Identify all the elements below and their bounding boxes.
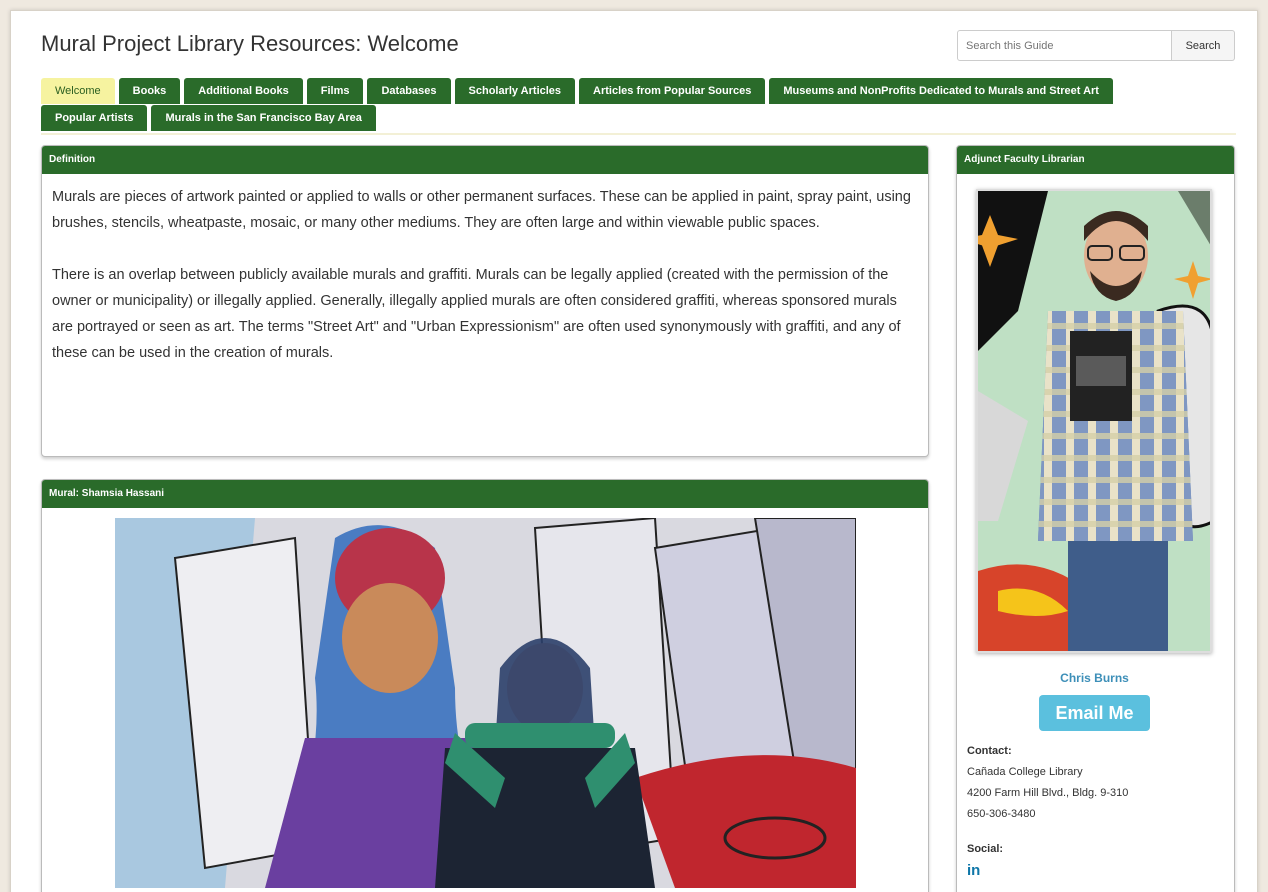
tab-articles-from-popular-sources[interactable]: Articles from Popular Sources [579,78,766,104]
email-me-button[interactable]: Email Me [1039,695,1150,731]
mural-image [115,518,856,888]
tab-additional-books[interactable]: Additional Books [184,78,303,104]
contact-label: Contact: [967,745,1012,757]
tab-row-1: Welcome Books Additional Books Films Databas… [41,78,1236,104]
social-label: Social: [967,843,1004,855]
contact-line-1: Cañada College Library [967,766,1083,778]
librarian-photo [976,189,1212,653]
page-container: Mural Project Library Resources: Welcome… [10,10,1258,892]
tab-murals-in-the-san-francisco-bay-area[interactable]: Murals in the San Francisco Bay Area [151,105,376,131]
tab-popular-artists[interactable]: Popular Artists [41,105,148,131]
contact-info: Contact: Cañada College Library 4200 Far… [967,741,1128,825]
tab-books[interactable]: Books [118,78,181,104]
definition-text: Murals are pieces of artwork painted or … [42,174,928,366]
tab-scholarly-articles[interactable]: Scholarly Articles [454,78,576,104]
mural-illustration [115,518,856,888]
guide-tabs: Welcome Books Additional Books Films Databas… [41,78,1236,132]
tab-row-2: Popular Artists Murals in the San Francis… [41,105,1236,131]
definition-box: Definition Murals are pieces of artwork … [41,145,929,457]
librarian-name[interactable]: Chris Burns [957,671,1232,685]
search-bar: Search [957,30,1235,61]
search-button[interactable]: Search [1172,30,1235,61]
definition-paragraph-2: There is an overlap between publicly ava… [52,267,901,361]
tab-films[interactable]: Films [306,78,364,104]
linkedin-icon[interactable]: in [967,862,980,879]
page-title: Mural Project Library Resources: Welcome [41,31,459,56]
tab-databases[interactable]: Databases [367,78,451,104]
contact-line-3: 650-306-3480 [967,808,1036,820]
search-input[interactable] [957,30,1172,61]
definition-heading: Definition [42,146,928,174]
mural-heading: Mural: Shamsia Hassani [42,480,928,508]
tab-museums-and-nonprofits-dedicated-to-murals-and-street-art[interactable]: Museums and NonProfits Dedicated to Mura… [769,78,1113,104]
librarian-box: Adjunct Faculty Librarian Chris Burns Em… [956,145,1235,892]
librarian-heading: Adjunct Faculty Librarian [957,146,1234,174]
librarian-portrait [978,191,1210,651]
definition-paragraph-1: Murals are pieces of artwork painted or … [52,189,911,231]
contact-line-2: 4200 Farm Hill Blvd., Bldg. 9-310 [967,787,1129,799]
tabs-divider [41,133,1236,135]
tab-welcome[interactable]: Welcome [41,78,115,104]
mural-box: Mural: Shamsia Hassani [41,479,929,892]
